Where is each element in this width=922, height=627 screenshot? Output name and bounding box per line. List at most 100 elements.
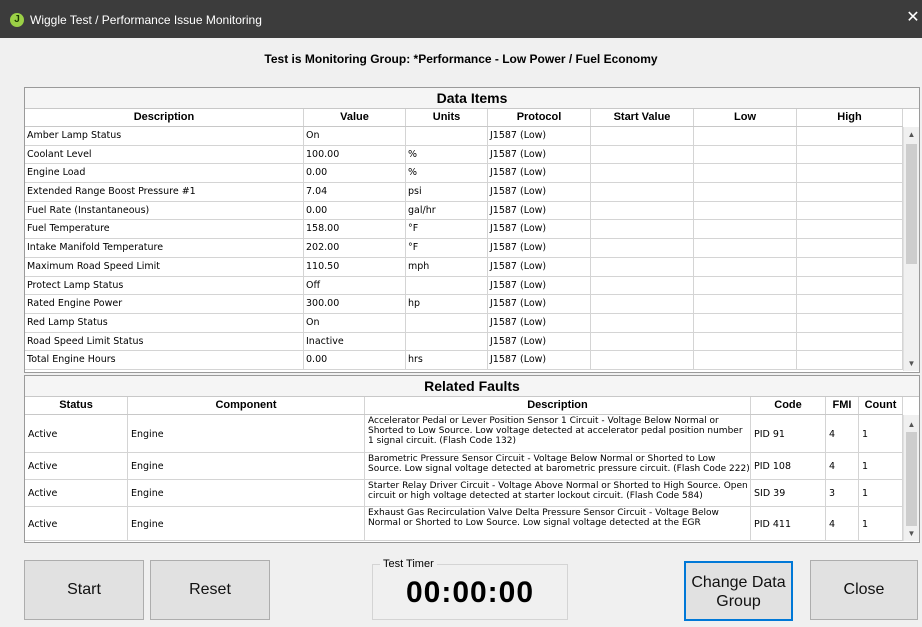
related-faults-panel: Related Faults Status Component Descript… — [24, 375, 920, 543]
cell-value: Inactive — [304, 332, 406, 352]
col-protocol[interactable]: Protocol — [488, 109, 591, 126]
table-row[interactable]: Active Engine Starter Relay Driver Circuit… — [25, 480, 903, 507]
cell-low — [694, 164, 797, 184]
cell-code: PID 108 — [751, 453, 826, 480]
cell-protocol: J1587 (Low) — [488, 295, 591, 314]
cell-description: Barometric Pressure Sensor Circuit - Vol… — [365, 453, 751, 480]
cell-value: Off — [304, 276, 406, 296]
col-description[interactable]: Description — [25, 109, 304, 126]
table-row[interactable]: Active Engine Accelerator Pedal or Lever P… — [25, 415, 903, 453]
scroll-down-icon[interactable]: ▼ — [904, 526, 919, 541]
cell-high — [797, 276, 903, 296]
window-title: Wiggle Test / Performance Issue Monitori… — [30, 13, 262, 27]
cell-description: Coolant Level — [25, 145, 304, 165]
table-row[interactable]: Active Engine Barometric Pressure Sensor C… — [25, 453, 903, 480]
change-data-group-button[interactable]: Change Data Group — [684, 561, 793, 621]
table-row[interactable]: Total Engine Hours 0.00 hrs J1587 (Low) — [25, 351, 903, 370]
cell-start — [591, 332, 694, 352]
cell-protocol: J1587 (Low) — [488, 332, 591, 352]
col-high[interactable]: High — [797, 109, 903, 126]
table-row[interactable]: Rated Engine Power 300.00 hp J1587 (Low) — [25, 295, 903, 314]
cell-low — [694, 145, 797, 165]
scroll-thumb[interactable] — [906, 144, 917, 264]
col-count[interactable]: Count — [859, 397, 903, 414]
cell-protocol: J1587 (Low) — [488, 183, 591, 202]
cell-start — [591, 295, 694, 314]
table-row[interactable]: Fuel Temperature 158.00 °F J1587 (Low) — [25, 220, 903, 240]
col-start-value[interactable]: Start Value — [591, 109, 694, 126]
col-fault-description[interactable]: Description — [365, 397, 751, 414]
cell-description: Fuel Rate (Instantaneous) — [25, 201, 304, 221]
table-row[interactable]: Engine Load 0.00% J1587 (Low) — [25, 164, 903, 184]
table-row[interactable]: Road Speed Limit Status Inactive J1587 (Lo… — [25, 332, 903, 352]
cell-fmi: 4 — [826, 507, 859, 541]
col-component[interactable]: Component — [128, 397, 365, 414]
table-row[interactable]: Intake Manifold Temperature 202.00 °F J1587… — [25, 239, 903, 258]
cell-value: 202.00 — [304, 239, 406, 258]
cell-code: SID 39 — [751, 480, 826, 507]
app-icon: J — [10, 13, 24, 27]
data-items-header: Data Items — [25, 88, 919, 109]
cell-units: hrs — [406, 351, 488, 370]
reset-button[interactable]: Reset — [150, 560, 270, 620]
cell-high — [797, 313, 903, 333]
col-status[interactable]: Status — [25, 397, 128, 414]
faults-scrollbar[interactable]: ▲ ▼ — [903, 415, 919, 541]
scroll-down-icon[interactable]: ▼ — [904, 356, 919, 371]
cell-units — [406, 127, 488, 146]
cell-description: Total Engine Hours — [25, 351, 304, 370]
close-button[interactable]: Close — [810, 560, 918, 620]
change-data-group-label-line1: Change Data — [691, 574, 786, 591]
data-items-scrollbar[interactable]: ▲ ▼ — [903, 127, 919, 371]
table-row[interactable]: Coolant Level 100.00% J1587 (Low) — [25, 145, 903, 165]
cell-start — [591, 239, 694, 258]
cell-units: gal/hr — [406, 201, 488, 221]
cell-high — [797, 164, 903, 184]
table-row[interactable]: Red Lamp Status On J1587 (Low) — [25, 313, 903, 333]
cell-count: 1 — [859, 415, 903, 453]
scroll-up-icon[interactable]: ▲ — [904, 127, 919, 142]
cell-units: psi — [406, 183, 488, 202]
cell-start — [591, 220, 694, 240]
table-row[interactable]: Extended Range Boost Pressure #1 7.04 psi J… — [25, 183, 903, 202]
table-row[interactable]: Fuel Rate (Instantaneous) 0.00 gal/hr J1587… — [25, 201, 903, 221]
cell-protocol: J1587 (Low) — [488, 239, 591, 258]
cell-start — [591, 164, 694, 184]
data-items-panel: Data Items Description Value Units Proto… — [24, 87, 920, 373]
cell-start — [591, 313, 694, 333]
col-low[interactable]: Low — [694, 109, 797, 126]
faults-column-headers: Status Component Description Code FMI Co… — [25, 397, 903, 415]
cell-high — [797, 183, 903, 202]
cell-protocol: J1587 (Low) — [488, 220, 591, 240]
cell-count: 1 — [859, 480, 903, 507]
cell-code: PID 411 — [751, 507, 826, 541]
cell-protocol: J1587 (Low) — [488, 351, 591, 370]
cell-start — [591, 183, 694, 202]
cell-description: Accelerator Pedal or Lever Position Sens… — [365, 415, 751, 453]
cell-low — [694, 257, 797, 277]
scroll-up-icon[interactable]: ▲ — [904, 417, 919, 432]
col-value[interactable]: Value — [304, 109, 406, 126]
title-bar: J Wiggle Test / Performance Issue Monito… — [0, 0, 922, 38]
cell-description: Intake Manifold Temperature — [25, 239, 304, 258]
cell-value: 300.00 — [304, 295, 406, 314]
cell-description: Engine Load — [25, 164, 304, 184]
cell-start — [591, 145, 694, 165]
cell-status: Active — [25, 453, 128, 480]
cell-low — [694, 332, 797, 352]
cell-fmi: 4 — [826, 453, 859, 480]
col-code[interactable]: Code — [751, 397, 826, 414]
cell-protocol: J1587 (Low) — [488, 164, 591, 184]
table-row[interactable]: Maximum Road Speed Limit 110.50 mph J1587 (… — [25, 257, 903, 277]
col-units[interactable]: Units — [406, 109, 488, 126]
cell-status: Active — [25, 480, 128, 507]
scroll-thumb[interactable] — [906, 432, 917, 526]
cell-component: Engine — [128, 453, 365, 480]
table-row[interactable]: Protect Lamp Status Off J1587 (Low) — [25, 276, 903, 296]
start-button[interactable]: Start — [24, 560, 144, 620]
table-row[interactable]: Amber Lamp Status On J1587 (Low) — [25, 127, 903, 146]
close-window-icon[interactable]: ✕ — [904, 6, 922, 30]
table-row[interactable]: Active Engine Exhaust Gas Recirculation Va… — [25, 507, 903, 541]
cell-low — [694, 127, 797, 146]
col-fmi[interactable]: FMI — [826, 397, 859, 414]
